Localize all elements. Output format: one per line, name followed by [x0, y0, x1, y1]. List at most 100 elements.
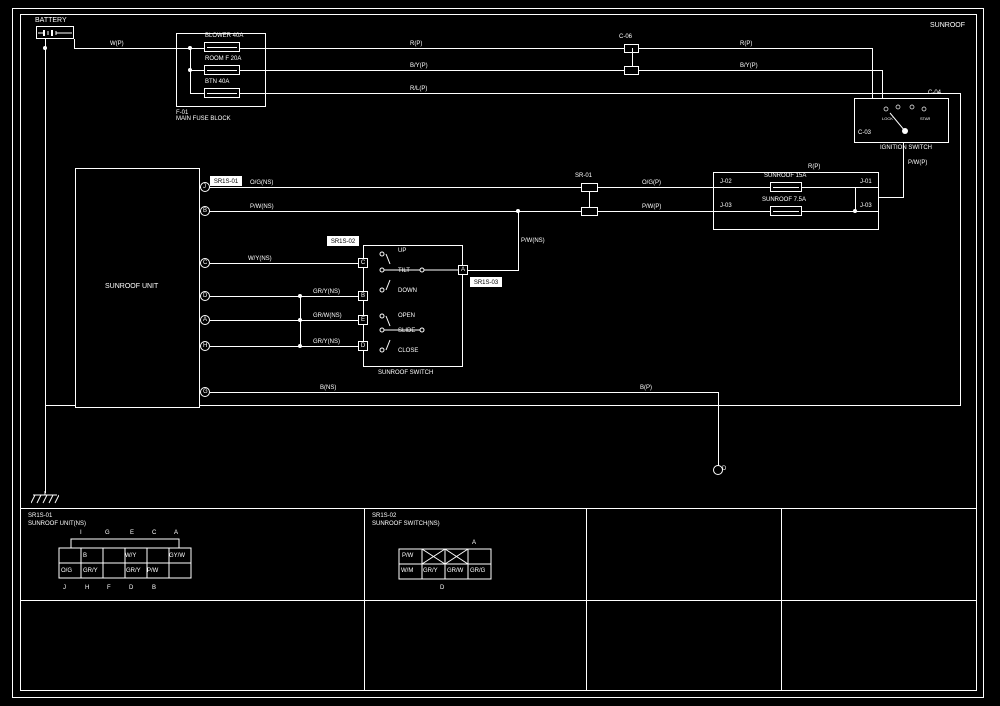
wire [713, 211, 770, 212]
c1-top-pin: G [105, 530, 110, 536]
conn-marker [581, 183, 598, 192]
pin-label: G [203, 389, 208, 395]
wire [266, 48, 628, 49]
svg-text:ACC: ACC [894, 103, 903, 104]
wire [210, 392, 718, 393]
relay-fuse-1-label: SUNROOF 15A [764, 173, 806, 179]
battery-icon [38, 28, 72, 38]
wire-label: GR/W(NS) [313, 313, 342, 319]
conn-label: C-06 [619, 34, 632, 40]
sunroof-switch-conn2: SR1S-03 [470, 277, 502, 287]
c1-val: W/Y [125, 553, 136, 559]
wire-label: R(P) [808, 164, 820, 170]
pin-label: C [203, 260, 207, 266]
wire [589, 192, 590, 208]
sunroof-switch-conn: SR1S-02 [327, 236, 359, 246]
node [853, 209, 857, 213]
wire [240, 93, 266, 94]
c1-bot-pin: B [152, 585, 156, 591]
j-label: J-03 [860, 203, 872, 209]
pin-label: D [203, 293, 207, 299]
wire [240, 48, 266, 49]
c2-val: GR/W [447, 568, 463, 574]
c1-top-pin: A [174, 530, 178, 536]
c1-top-pin: E [130, 530, 134, 536]
pin-label: A [203, 317, 207, 323]
j-label: J-01 [860, 179, 872, 185]
wire [210, 320, 300, 321]
wire [903, 187, 904, 197]
wire [240, 70, 266, 71]
wire [210, 346, 300, 347]
wire [200, 187, 581, 188]
wire-label: P/W(P) [908, 160, 927, 166]
c1-val: GR/Y [126, 568, 141, 574]
c1-val: B [83, 553, 87, 559]
ground-label: D [722, 466, 726, 472]
pin-label: J [203, 184, 206, 190]
node [298, 318, 302, 322]
conn-marker [624, 66, 639, 75]
c2-val: GR/Y [423, 568, 438, 574]
c1-bot-pin: J [63, 585, 66, 591]
fuse-1-label: BLOWER 40A [205, 33, 243, 39]
node [188, 46, 192, 50]
ground-icon [31, 491, 59, 507]
wire [468, 270, 518, 271]
c2-val: P/W [402, 553, 413, 559]
wire-label: GR/Y(NS) [313, 289, 340, 295]
swpin-f: D [358, 341, 368, 351]
conn2-sub: SUNROOF SWITCH(NS) [372, 521, 440, 527]
fuse-3 [204, 88, 240, 98]
node [298, 344, 302, 348]
relay-fuse-2 [770, 206, 802, 216]
connector-1-icon [55, 536, 195, 586]
j-label: J-03 [720, 203, 732, 209]
svg-text:START: START [920, 116, 930, 121]
wire [300, 296, 358, 297]
battery-label: BATTERY [35, 17, 67, 24]
conn-label: C-03 [858, 130, 871, 136]
switch-contacts-icon [366, 248, 461, 363]
fuse-2 [204, 65, 240, 75]
c1-val: GY/W [169, 553, 185, 559]
wire [872, 48, 873, 98]
sunroof-unit-conn: SR1S-01 [210, 176, 242, 186]
c1-top-pin: I [80, 530, 82, 536]
wire-label: B(P) [640, 385, 652, 391]
svg-text:LOCK: LOCK [882, 116, 893, 121]
sunroof-unit-label: SUNROOF UNIT [105, 283, 158, 290]
rotary-switch-icon: LOCK ACC ON START [880, 103, 930, 141]
wire [74, 39, 75, 49]
wire-label: R(P) [740, 41, 752, 47]
wire-label: P/W(NS) [521, 238, 545, 244]
sunroof-switch-label: SUNROOF SWITCH [378, 370, 433, 376]
wire [639, 70, 883, 71]
diagram-title: SUNROOF [930, 22, 965, 29]
wire [802, 187, 879, 188]
wire [639, 48, 873, 49]
conn-marker [581, 207, 598, 216]
wire-label: GR/Y(NS) [313, 339, 340, 345]
j-label: J-02 [720, 179, 732, 185]
wire-label: W(P) [110, 41, 124, 47]
c1-bot-pin: F [107, 585, 111, 591]
conn2-header: SR1S-02 [372, 513, 396, 519]
svg-text:ON: ON [910, 103, 916, 104]
wire [45, 39, 46, 493]
pin-label: B [203, 208, 207, 214]
wire [300, 320, 358, 321]
conn-label: SR-01 [575, 173, 592, 179]
wire [598, 211, 713, 212]
swpin-c: C [358, 258, 368, 268]
node [516, 209, 520, 213]
wire-label: P/W(NS) [250, 204, 274, 210]
c2-side: D [440, 585, 444, 591]
wire-label: B/Y(P) [410, 63, 428, 69]
wire [960, 93, 961, 406]
wire [266, 70, 628, 71]
wire [266, 93, 961, 94]
c1-bot-pin: D [129, 585, 133, 591]
c2-val: A [472, 540, 476, 546]
conn1-header: SR1S-01 [28, 513, 52, 519]
